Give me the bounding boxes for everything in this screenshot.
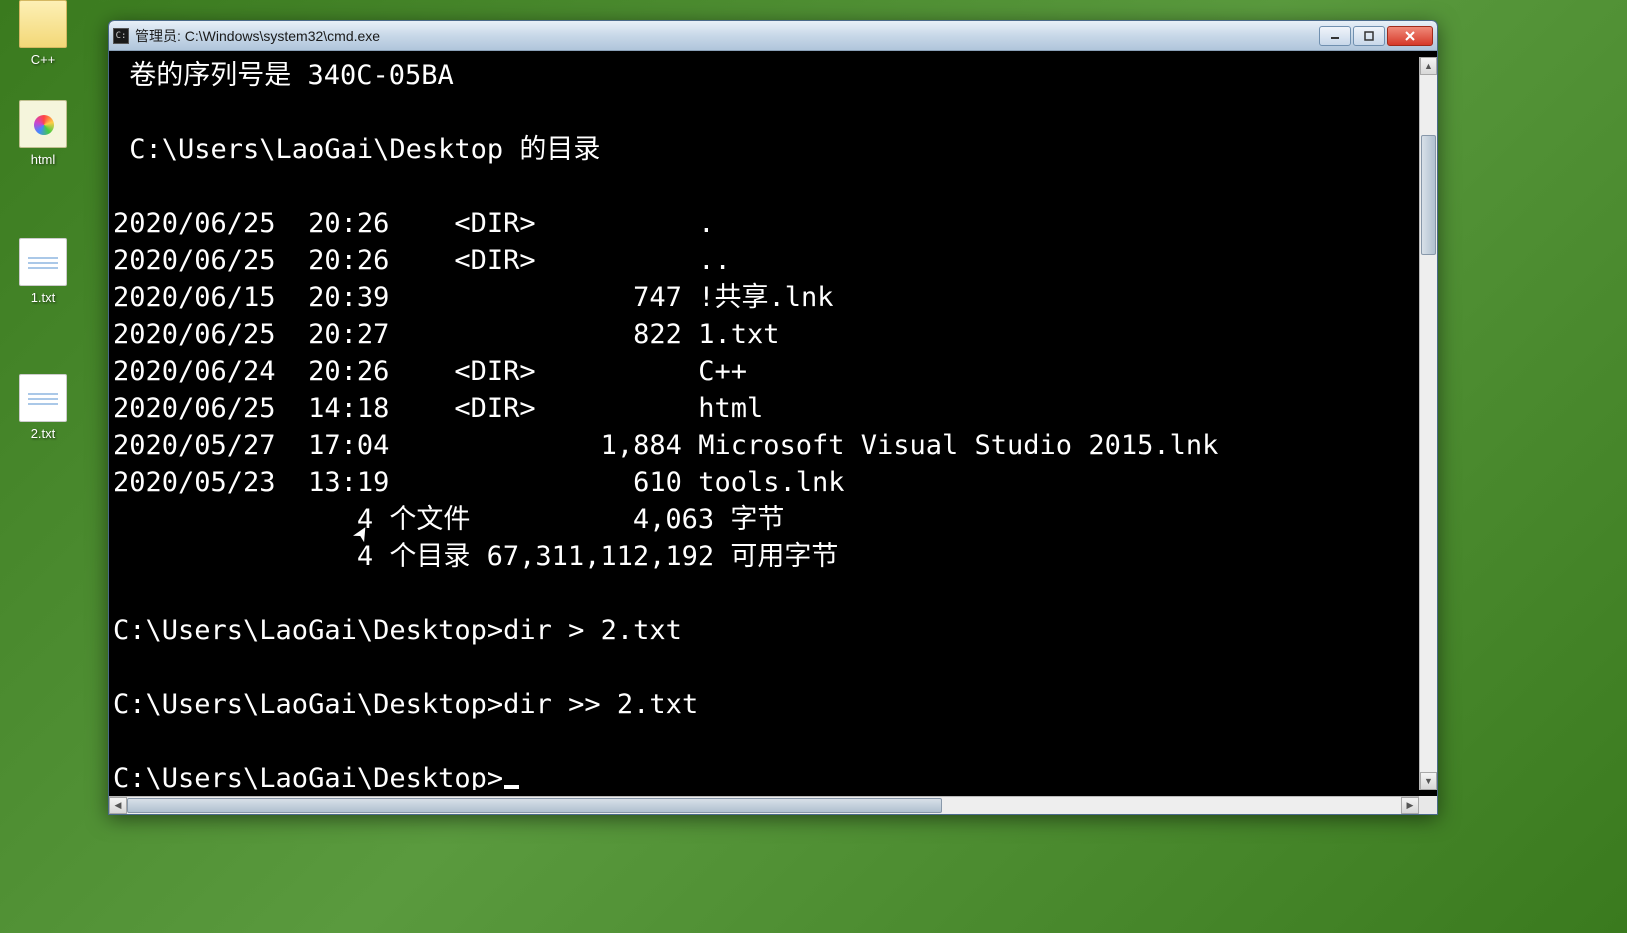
cmd-icon: C: (113, 28, 129, 44)
scroll-left-button[interactable]: ◀ (109, 797, 127, 814)
html-folder-icon (19, 100, 67, 148)
close-button[interactable] (1387, 26, 1433, 46)
desktop-icon-label: C++ (8, 52, 78, 67)
cmd-window: C: 管理员: C:\Windows\system32\cmd.exe 卷的序列… (108, 20, 1438, 815)
desktop-icon-html[interactable]: html (8, 100, 78, 167)
txt-icon (19, 374, 67, 422)
desktop-icon-label: 1.txt (8, 290, 78, 305)
desktop-icon-1txt[interactable]: 1.txt (8, 238, 78, 305)
vertical-scroll-thumb[interactable] (1421, 135, 1436, 255)
terminal-output[interactable]: 卷的序列号是 340C-05BA C:\Users\LaoGai\Desktop… (113, 57, 1419, 790)
folder-icon (19, 0, 67, 48)
txt-icon (19, 238, 67, 286)
window-controls (1319, 26, 1433, 46)
desktop-icon-c[interactable]: C++ (8, 0, 78, 67)
maximize-button[interactable] (1353, 26, 1385, 46)
titlebar[interactable]: C: 管理员: C:\Windows\system32\cmd.exe (109, 21, 1437, 51)
minimize-button[interactable] (1319, 26, 1351, 46)
desktop-icon-2txt[interactable]: 2.txt (8, 374, 78, 441)
horizontal-scroll-track[interactable] (127, 797, 1401, 814)
scroll-right-button[interactable]: ▶ (1401, 797, 1419, 814)
resize-grip[interactable] (1419, 796, 1437, 814)
terminal-body: 卷的序列号是 340C-05BA C:\Users\LaoGai\Desktop… (109, 51, 1437, 796)
horizontal-scroll-thumb[interactable] (127, 798, 942, 813)
scroll-down-button[interactable]: ▼ (1420, 772, 1437, 790)
vertical-scrollbar: ▲ ▼ (1419, 57, 1437, 790)
terminal-cursor (504, 785, 519, 789)
desktop-icon-label: 2.txt (8, 426, 78, 441)
vertical-scroll-track[interactable] (1420, 75, 1437, 772)
scroll-up-button[interactable]: ▲ (1420, 57, 1437, 75)
horizontal-scrollbar: ◀ ▶ (109, 796, 1419, 814)
desktop-icon-label: html (8, 152, 78, 167)
window-title: 管理员: C:\Windows\system32\cmd.exe (135, 26, 1319, 46)
